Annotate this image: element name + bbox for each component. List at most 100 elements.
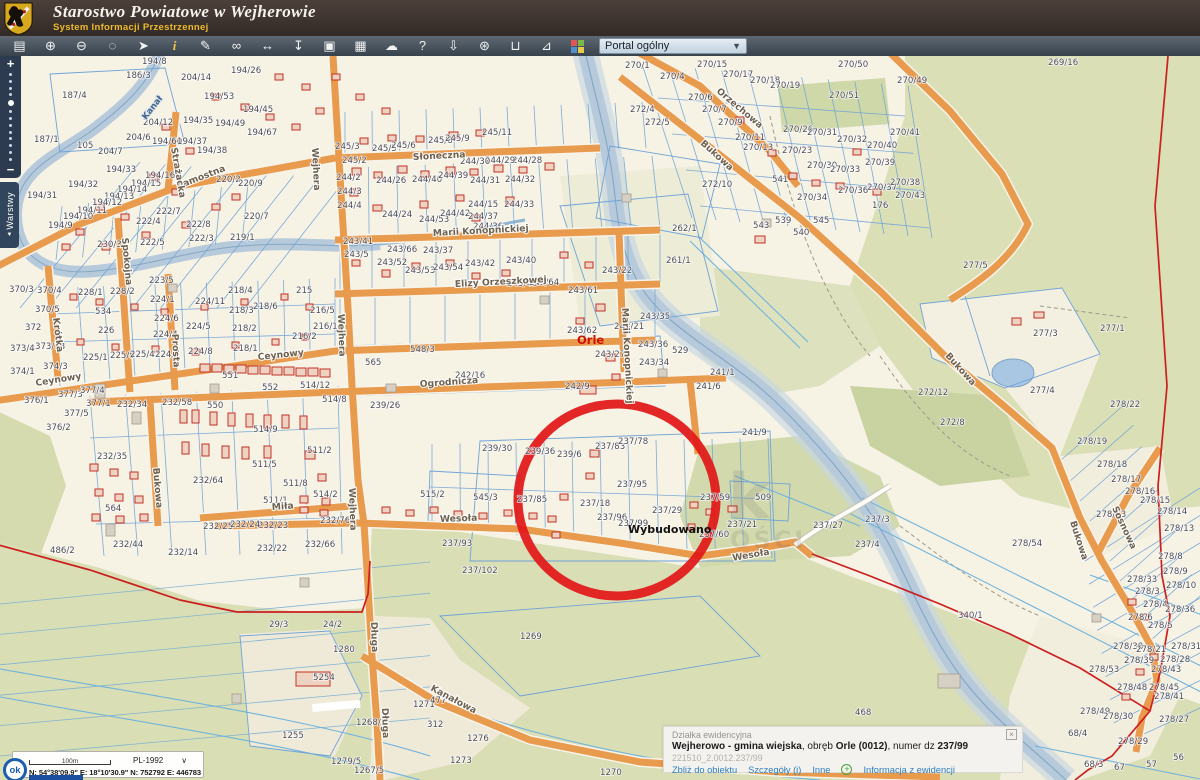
parcel-label: 219/1 — [230, 233, 255, 243]
zoom-level-dot[interactable] — [9, 110, 12, 113]
parcel-label: 243/27 — [595, 350, 625, 360]
parcel-label: 514/8 — [322, 395, 347, 405]
parcel-label: 242/9 — [565, 382, 590, 392]
parcel-label: 277/1 — [1100, 324, 1125, 334]
zoom-level-dot[interactable] — [9, 87, 12, 90]
zoom-level-dot[interactable] — [8, 100, 14, 106]
parcel-label: 374/1 — [10, 367, 35, 377]
street-label: Prosta — [169, 334, 182, 368]
zoom-level-dot[interactable] — [9, 137, 12, 140]
select-circle-icon[interactable]: ◌ — [97, 36, 128, 56]
zoom-level-dot[interactable] — [9, 124, 12, 127]
help-icon[interactable]: ? — [407, 36, 438, 56]
parcel-label: 278/39 — [1124, 656, 1154, 666]
parcel-label: 270/32 — [837, 135, 867, 145]
scale-bar: 100m — [29, 760, 111, 765]
parcel-label: 218/1 — [233, 344, 258, 354]
settings-icon[interactable]: ⊛ — [469, 36, 500, 56]
parcel-label: 270/4 — [660, 72, 685, 82]
measure-icon[interactable]: ✎ — [190, 36, 221, 56]
ok-button[interactable]: ok — [3, 758, 27, 780]
parcel-label: 278/17 — [1111, 475, 1141, 485]
info-link[interactable]: Zbliż do obiektu — [672, 765, 737, 775]
info-link[interactable]: Szczegóły (i) — [748, 765, 801, 775]
parcel-label: 278/21 — [1136, 645, 1166, 655]
portal-select[interactable]: Portal ogólny ▼ — [599, 38, 747, 54]
zoom-level-dot[interactable] — [9, 117, 12, 120]
table-icon[interactable]: ▦ — [345, 36, 376, 56]
parcel-label: 241/9 — [742, 428, 767, 438]
measure-width-icon[interactable]: ↔ — [252, 36, 283, 56]
crs-chevron-icon[interactable]: ∨ — [181, 756, 187, 765]
zoom-slider[interactable] — [8, 70, 14, 164]
watermark-text: k — [728, 460, 771, 533]
info-icon[interactable]: i — [159, 36, 190, 56]
download-icon[interactable]: ⇩ — [438, 36, 469, 56]
cart-icon[interactable]: ⊔ — [500, 36, 531, 56]
add-icon[interactable]: + — [841, 764, 852, 775]
crs-label: PL-1992 — [133, 756, 163, 765]
street-label: Wesoła — [440, 513, 478, 525]
parcel-label: 237/78 — [618, 437, 648, 447]
zoom-level-dot[interactable] — [9, 151, 12, 154]
parcel-label: 244/37 — [468, 212, 498, 222]
map-canvas[interactable]: 194/8186/3204/14194/26187/4194/53194/451… — [0, 56, 1200, 780]
parcel-label: 232/34 — [117, 400, 147, 410]
info-panel-links: Zbliż do obiektu Szczegóły (i) Inne + Inform… — [672, 764, 1014, 775]
parcel-label: 278/28 — [1160, 655, 1190, 665]
coat-of-arms-logo — [2, 2, 35, 35]
layers-icon[interactable]: ▤ — [4, 36, 35, 56]
parcel-label: 244/24 — [382, 210, 412, 220]
info-link[interactable]: Informacja z ewidencji — [863, 765, 954, 775]
parcel-label: 243/34 — [639, 358, 669, 368]
parcel-label: 270/31 — [807, 128, 837, 138]
callout-icon[interactable]: ☁ — [376, 36, 407, 56]
info-link[interactable]: Inne — [812, 765, 830, 775]
parcel-label: 220/9 — [238, 179, 263, 189]
zoom-level-dot[interactable] — [9, 80, 12, 83]
close-icon[interactable]: × — [1006, 729, 1017, 740]
parcel-label: 270/38 — [890, 178, 920, 188]
parcel-label: 270/40 — [867, 141, 897, 151]
parcel-label: 216/2 — [292, 332, 317, 342]
parcel-label: 237/3 — [865, 515, 890, 525]
legend-icon[interactable] — [562, 36, 593, 56]
parcel-label: 241/1 — [710, 368, 735, 378]
parcel-label: 270/33 — [830, 165, 860, 175]
parcel-label: 68/4 — [1068, 729, 1087, 739]
zoom-level-dot[interactable] — [9, 158, 12, 161]
sail-icon[interactable]: ⊿ — [531, 36, 562, 56]
parcel-label: 5254 — [313, 673, 335, 683]
parcel-label: 222/5 — [140, 238, 165, 248]
parcel-label: 244/26 — [376, 176, 406, 186]
parcel-label: 272/12 — [918, 388, 948, 398]
toolbar-icons: ▤⊕⊖◌➤i✎∞↔↧▣▦☁?⇩⊛⊔⊿ — [4, 36, 593, 56]
parcel-label: 239/26 — [370, 401, 400, 411]
zoom-in-button[interactable]: + — [7, 58, 15, 70]
zoom-level-dot[interactable] — [9, 73, 12, 76]
parcel-label: 237/102 — [462, 566, 498, 576]
parcel-label: 545/3 — [473, 493, 498, 503]
page-subtitle: System Informacji Przestrzennej — [53, 23, 316, 33]
zoom-level-dot[interactable] — [9, 144, 12, 147]
anchor-icon[interactable]: ↧ — [283, 36, 314, 56]
zoom-level-dot[interactable] — [9, 131, 12, 134]
zoom-level-dot[interactable] — [9, 93, 12, 96]
parcel-label: 511/8 — [283, 479, 308, 489]
parcel-label: 374/3 — [43, 362, 68, 372]
parcel-label: 218/2 — [232, 324, 257, 334]
copy-icon[interactable]: ▣ — [314, 36, 345, 56]
parcel-label: 543 — [753, 221, 769, 231]
parcel-label: 237/29 — [652, 506, 682, 516]
parcel-label: 194/26 — [231, 66, 261, 76]
zoom-out-icon[interactable]: ⊖ — [66, 36, 97, 56]
layers-tab[interactable]: Warstwy ▼ — [0, 182, 19, 248]
link-icon[interactable]: ∞ — [221, 36, 252, 56]
parcel-label: 270/49 — [897, 76, 927, 86]
cursor-icon[interactable]: ➤ — [128, 36, 159, 56]
zoom-out-button[interactable]: − — [7, 164, 15, 176]
zoom-in-icon[interactable]: ⊕ — [35, 36, 66, 56]
parcel-label: 377/1 — [86, 399, 111, 409]
parcel-label: 232/76 — [320, 516, 350, 526]
parcel-label: 541 — [772, 175, 788, 185]
